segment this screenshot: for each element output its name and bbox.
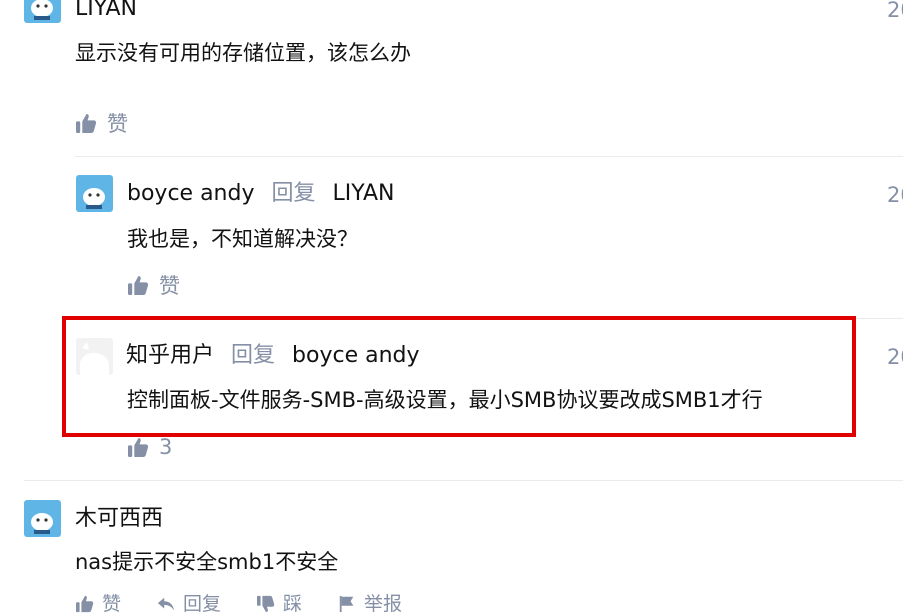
like-count: 3 <box>159 435 173 459</box>
avatar-image <box>76 175 113 212</box>
comment-author[interactable]: LIYAN <box>75 0 137 23</box>
thumbs-up-icon <box>76 113 97 133</box>
reply-icon <box>157 597 175 611</box>
like-label: 赞 <box>102 593 122 615</box>
reply-button[interactable]: 回复 <box>157 592 221 616</box>
reply-word: 回复 <box>271 181 316 206</box>
comment-author[interactable]: 木可西西 <box>75 505 163 533</box>
avatar-image <box>24 500 61 537</box>
comment-author[interactable]: boyce andy <box>127 181 254 206</box>
comment-action-bar: 赞 回复 踩 举报 <box>76 592 402 616</box>
comment-content: 我也是，不知道解决没？ <box>127 227 358 251</box>
dislike-button[interactable]: 踩 <box>257 592 302 616</box>
divider <box>75 156 903 157</box>
comment-content: nas提示不安全smb1不安全 <box>75 550 339 574</box>
comment-author-line: boyce andy 回复 LIYAN <box>127 180 394 208</box>
like-button[interactable]: 3 <box>128 433 172 461</box>
thumbs-down-icon <box>257 595 275 613</box>
reply-to-user[interactable]: LIYAN <box>333 181 395 206</box>
avatar[interactable] <box>24 500 61 537</box>
comment-date: 20 <box>887 345 903 369</box>
reply-label: 回复 <box>183 593 222 615</box>
divider <box>24 480 903 481</box>
flag-icon <box>339 595 354 613</box>
thumbs-up-icon <box>76 595 94 613</box>
avatar-image <box>24 0 61 23</box>
report-label: 举报 <box>364 593 403 615</box>
comment-content: 显示没有可用的存储位置，该怎么办 <box>75 41 411 65</box>
thumbs-up-icon <box>128 437 149 457</box>
dislike-label: 踩 <box>283 593 303 615</box>
like-button[interactable]: 赞 <box>128 271 180 299</box>
comment-date: 20 <box>887 0 903 22</box>
avatar[interactable] <box>24 0 61 23</box>
like-label: 赞 <box>159 274 180 298</box>
highlight-box <box>62 316 856 437</box>
thumbs-up-icon <box>128 275 149 295</box>
report-button[interactable]: 举报 <box>338 592 402 616</box>
like-button[interactable]: 赞 <box>76 592 121 616</box>
comment-date: 20 <box>887 183 903 207</box>
avatar[interactable] <box>76 175 113 212</box>
like-button[interactable]: 赞 <box>76 109 128 137</box>
like-label: 赞 <box>107 112 128 136</box>
